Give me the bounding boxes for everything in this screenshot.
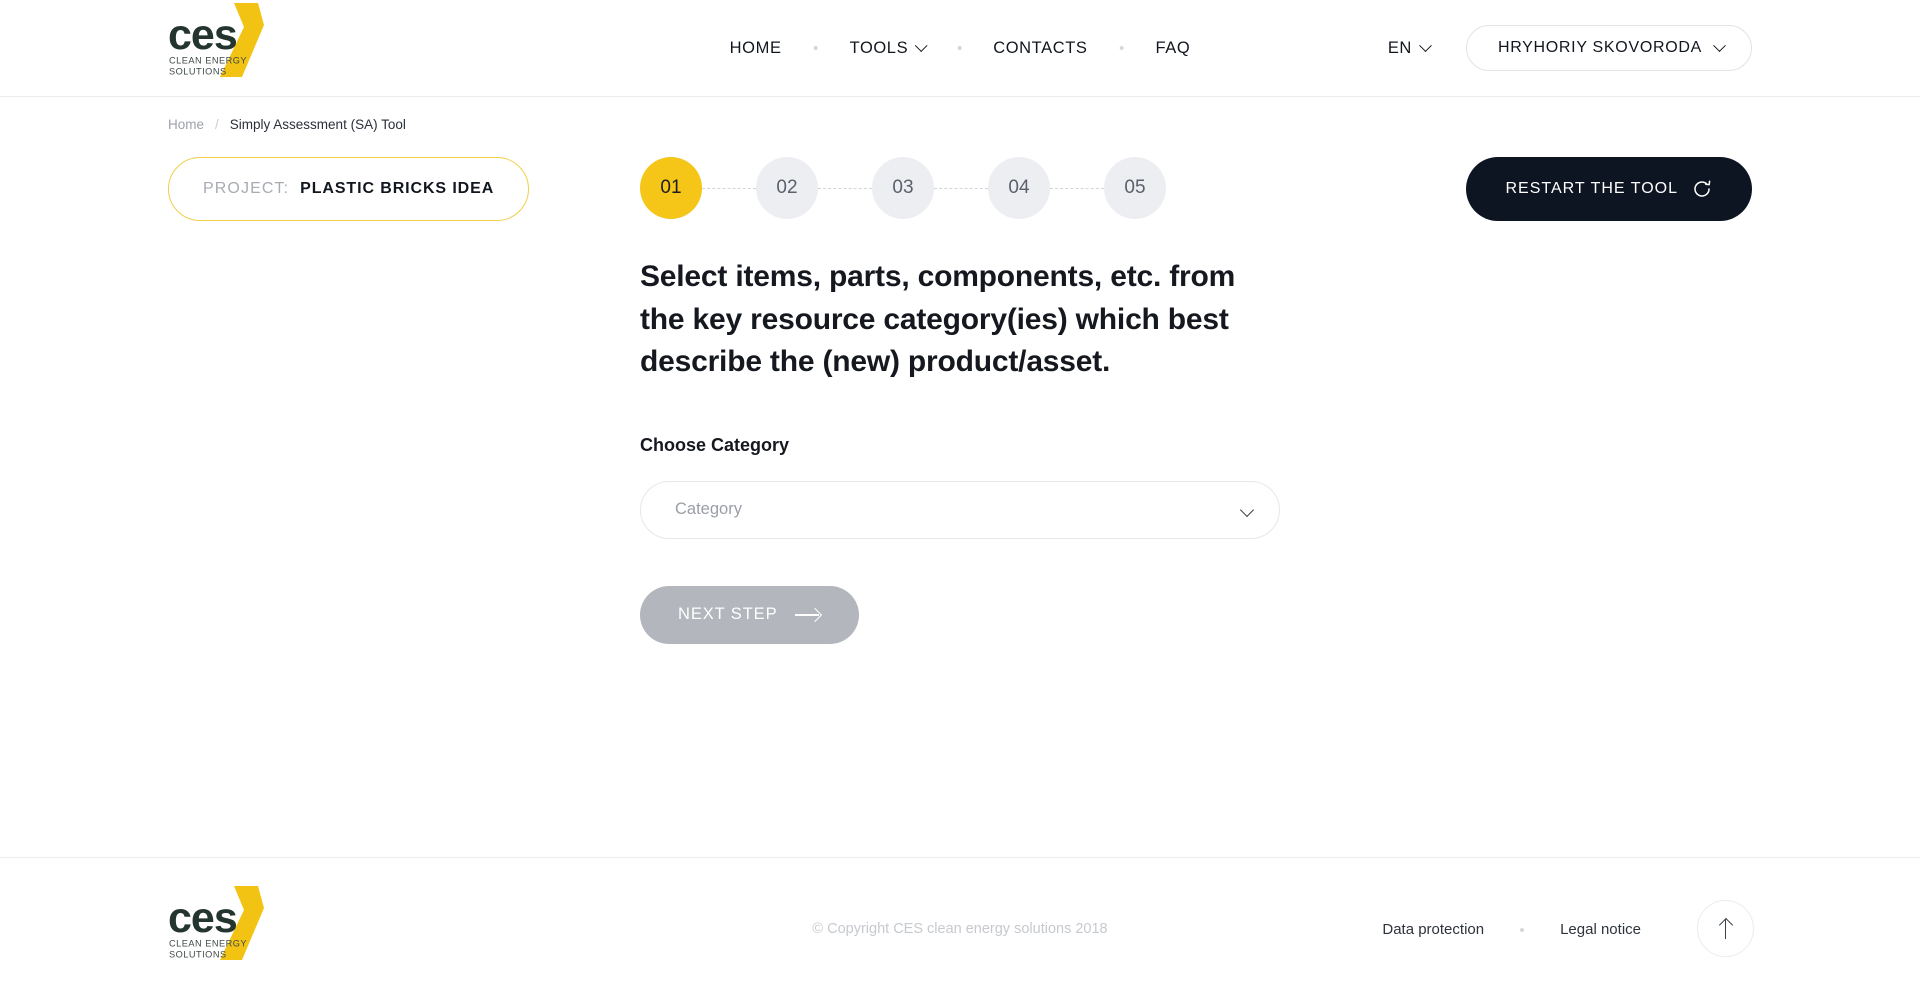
category-select[interactable]: Category [640, 480, 1280, 539]
restart-tool-label: RESTART THE TOOL [1505, 180, 1678, 197]
step-connector [934, 187, 988, 189]
nav-item-contacts[interactable]: CONTACTS [991, 39, 1089, 58]
footer-logo[interactable]: ces CLEAN ENERGY SOLUTIONS [168, 886, 266, 965]
chevron-down-icon [914, 38, 928, 52]
step-connector [702, 187, 756, 189]
scroll-to-top-button[interactable] [1697, 900, 1754, 957]
main-content: Select items, parts, components, etc. fr… [640, 256, 1300, 644]
svg-text:CLEAN ENERGY: CLEAN ENERGY [169, 939, 247, 949]
nav-separator [813, 46, 818, 50]
language-label: EN [1387, 38, 1412, 57]
nav-label: TOOLS [849, 38, 909, 57]
nav-separator [957, 46, 962, 50]
user-menu[interactable]: HRYHORIY SKOVORODA [1465, 25, 1752, 71]
tool-toolbar: PROJECT: PLASTIC BRICKS IDEA 01 02 03 04… [0, 157, 1920, 221]
project-name: PLASTIC BRICKS IDEA [300, 180, 495, 197]
site-header: ces CLEAN ENERGY SOLUTIONS HOME TOOLS CO… [0, 0, 1920, 97]
next-step-button[interactable]: NEXT STEP [640, 585, 859, 644]
arrow-right-icon [794, 609, 821, 621]
step-number: 01 [660, 177, 682, 198]
category-field-label: Choose Category [640, 434, 790, 455]
header-logo[interactable]: ces CLEAN ENERGY SOLUTIONS [168, 3, 266, 77]
restart-tool-button[interactable]: RESTART THE TOOL [1465, 157, 1752, 221]
nav-item-tools[interactable]: TOOLS [848, 39, 928, 58]
step-04[interactable]: 04 [988, 157, 1050, 219]
header-right-group: EN HRYHORIY SKOVORODA [1388, 25, 1752, 71]
step-connector [1050, 187, 1104, 189]
svg-text:CLEAN ENERGY: CLEAN ENERGY [169, 56, 247, 66]
svg-text:ces: ces [168, 894, 237, 942]
svg-text:ces: ces [168, 11, 237, 59]
step-indicator: 01 02 03 04 05 [640, 157, 1166, 219]
category-select-placeholder: Category [675, 500, 742, 519]
main-navigation: HOME TOOLS CONTACTS FAQ [728, 39, 1193, 58]
step-connector [818, 187, 872, 189]
project-badge: PROJECT: PLASTIC BRICKS IDEA [168, 157, 530, 221]
project-label: PROJECT: [203, 180, 290, 197]
footer-link-legal-notice[interactable]: Legal notice [1560, 921, 1641, 938]
step-01[interactable]: 01 [640, 157, 702, 219]
chevron-down-icon [1713, 38, 1726, 52]
category-select-wrapper: Category [640, 480, 1280, 539]
step-number: 03 [892, 177, 914, 198]
refresh-icon [1694, 180, 1711, 197]
language-selector[interactable]: EN [1387, 38, 1432, 58]
breadcrumb-current: Simply Assessment (SA) Tool [229, 117, 406, 132]
arrow-up-icon [1719, 918, 1733, 939]
nav-label: CONTACTS [993, 38, 1088, 57]
svg-text:SOLUTIONS: SOLUTIONS [169, 67, 227, 77]
user-name: HRYHORIY SKOVORODA [1497, 39, 1702, 56]
step-number: 04 [1008, 177, 1030, 198]
nav-label: FAQ [1155, 38, 1191, 57]
footer-links: Data protection Legal notice [1382, 921, 1641, 938]
breadcrumb: Home / Simply Assessment (SA) Tool [168, 117, 406, 132]
step-05[interactable]: 05 [1104, 157, 1166, 219]
footer-link-separator [1520, 927, 1525, 932]
nav-separator [1119, 46, 1124, 50]
nav-item-home[interactable]: HOME [728, 39, 784, 58]
page-title: Select items, parts, components, etc. fr… [640, 260, 1236, 379]
step-number: 02 [776, 177, 798, 198]
nav-item-faq[interactable]: FAQ [1154, 39, 1193, 58]
next-step-label: NEXT STEP [678, 605, 778, 624]
breadcrumb-separator: / [215, 117, 219, 132]
svg-text:SOLUTIONS: SOLUTIONS [169, 950, 227, 960]
ces-logo-icon: ces CLEAN ENERGY SOLUTIONS [168, 886, 264, 960]
step-02[interactable]: 02 [756, 157, 818, 219]
breadcrumb-home-link[interactable]: Home [168, 117, 204, 132]
copyright-text: © Copyright CES clean energy solutions 2… [812, 921, 1108, 937]
app-page: ces CLEAN ENERGY SOLUTIONS HOME TOOLS CO… [0, 0, 1920, 1000]
footer-link-data-protection[interactable]: Data protection [1382, 921, 1484, 938]
ces-logo-icon: ces CLEAN ENERGY SOLUTIONS [168, 3, 264, 77]
chevron-down-icon [1419, 38, 1432, 52]
step-03[interactable]: 03 [872, 157, 934, 219]
step-number: 05 [1124, 177, 1146, 198]
nav-label: HOME [729, 38, 782, 57]
